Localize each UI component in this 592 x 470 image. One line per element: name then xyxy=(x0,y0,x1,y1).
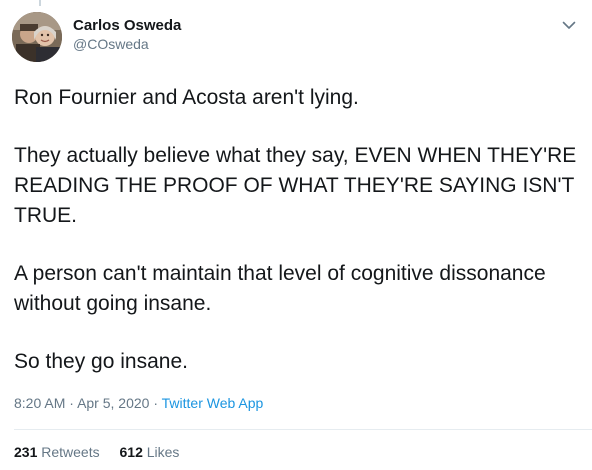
likes-count: 612 xyxy=(119,444,143,460)
tweet-paragraph: They actually believe what they say, EVE… xyxy=(14,144,577,227)
tweet-header: Carlos Osweda @COsweda xyxy=(12,12,580,64)
tweet-paragraph: Ron Fournier and Acosta aren't lying. xyxy=(14,86,359,109)
tweet-time[interactable]: 8:20 AM xyxy=(14,395,65,411)
tweet-date[interactable]: Apr 5, 2020 xyxy=(77,395,149,411)
avatar[interactable] xyxy=(12,12,62,62)
chevron-down-icon[interactable] xyxy=(560,16,578,34)
meta-separator: · xyxy=(69,395,74,411)
tweet-metadata: 8:20 AM · Apr 5, 2020 · Twitter Web App xyxy=(14,393,263,413)
tweet-stats: 231 Retweets 612 Likes xyxy=(14,442,195,462)
tweet-source-link[interactable]: Twitter Web App xyxy=(162,395,264,411)
thread-connector-line xyxy=(39,0,41,6)
user-names: Carlos Osweda @COsweda xyxy=(73,16,181,54)
meta-separator: · xyxy=(153,395,159,411)
retweets-count: 231 xyxy=(14,444,38,460)
display-name[interactable]: Carlos Osweda xyxy=(73,16,181,35)
tweet-text: Ron Fournier and Acosta aren't lying. Th… xyxy=(14,83,580,405)
tweet-paragraph: A person can't maintain that level of co… xyxy=(14,262,546,315)
avatar-image xyxy=(12,12,62,62)
likes-stat[interactable]: 612 Likes xyxy=(120,442,180,462)
divider xyxy=(14,429,592,430)
user-handle[interactable]: @COsweda xyxy=(73,35,181,54)
retweets-label: Retweets xyxy=(41,444,100,460)
retweets-stat[interactable]: 231 Retweets xyxy=(14,442,100,462)
tweet-paragraph: So they go insane. xyxy=(14,350,188,373)
likes-label: Likes xyxy=(146,444,180,460)
